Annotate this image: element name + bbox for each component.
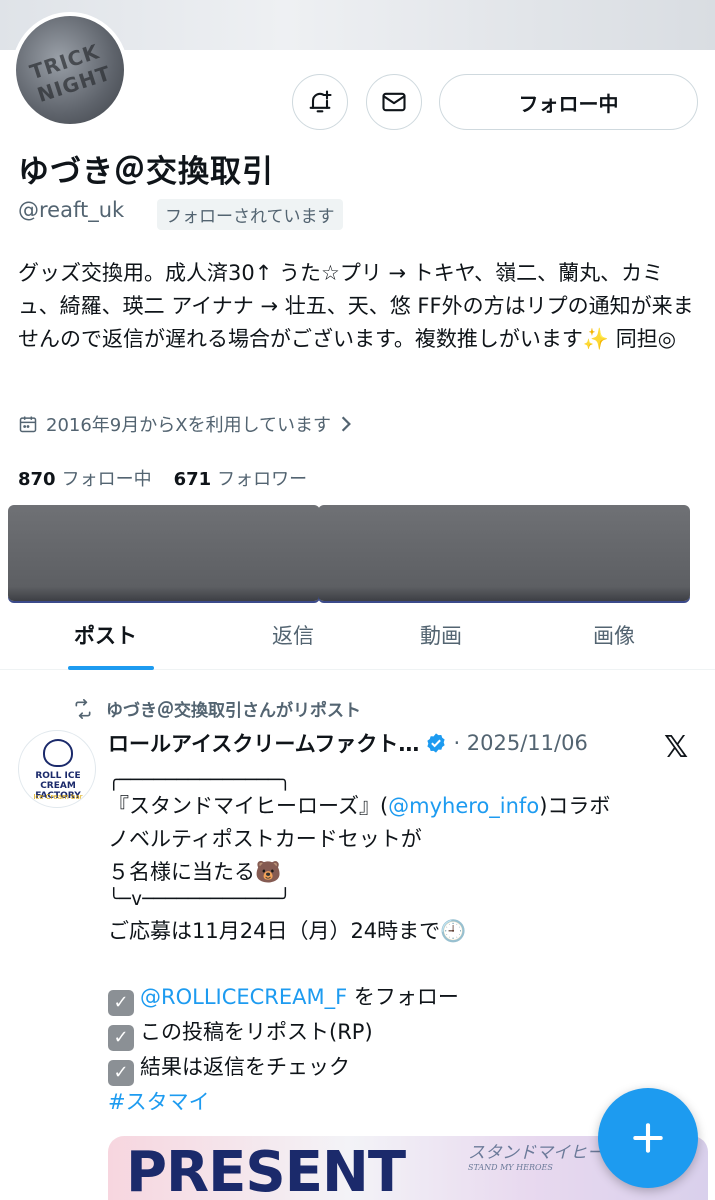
profile-avatar[interactable]: TRICK NIGHT <box>12 12 128 128</box>
mail-icon <box>382 92 406 112</box>
post-author-name[interactable]: ロールアイスクリームファクト… <box>108 728 419 758</box>
verified-icon <box>427 733 446 753</box>
profile-tabs: ポスト 返信 動画 画像 <box>0 604 715 670</box>
message-button[interactable] <box>366 74 422 130</box>
tab-posts[interactable]: ポスト <box>74 620 137 650</box>
active-tab-indicator <box>68 666 154 670</box>
mention-link[interactable]: @ROLLICECREAM_F <box>140 985 347 1009</box>
chevron-right-icon <box>341 416 352 432</box>
highlight-card[interactable] <box>318 505 690 601</box>
checkbox-icon: ✓ <box>108 1060 134 1086</box>
tab-replies[interactable]: 返信 <box>272 620 314 650</box>
following-button[interactable]: フォロー中 <box>439 74 698 130</box>
repost-indicator[interactable]: ゆづき＠交換取引さんがリポスト <box>72 696 361 721</box>
profile-bio: グッズ交換用。成人済30↑ うた☆プリ → トキヤ、嶺二、蘭丸、カミュ、綺羅、瑛… <box>18 261 694 351</box>
joined-text: 2016年9月からXを利用しています <box>46 415 332 436</box>
bear-logo-icon <box>43 739 73 767</box>
x-logo-icon: 𝕏 <box>664 730 689 765</box>
follow-stats: 870 フォロー中 671 フォロワー <box>18 465 307 491</box>
profile-handle: @reaft_uk <box>18 198 125 222</box>
compose-plus-icon <box>633 1123 663 1153</box>
tab-videos[interactable]: 動画 <box>420 620 462 650</box>
checkbox-icon: ✓ <box>108 990 134 1016</box>
repost-note: ゆづき＠交換取引さんがリポスト <box>106 701 361 721</box>
post-header: ロールアイスクリームファクト… · 2025/11/06 <box>108 728 708 758</box>
notify-button[interactable] <box>292 74 348 130</box>
compose-button[interactable] <box>598 1088 698 1188</box>
post-date[interactable]: · 2025/11/06 <box>453 731 587 755</box>
calendar-icon <box>19 416 37 433</box>
tab-media[interactable]: 画像 <box>593 620 635 650</box>
post-body: ╭──────────────╮ 『スタンドマイヒーローズ』(@myhero_i… <box>108 770 708 1119</box>
repost-icon <box>75 698 91 719</box>
checkbox-icon: ✓ <box>108 1025 134 1051</box>
profile-name: ゆづき＠交換取引 <box>18 154 274 190</box>
image-title: PRESENT <box>126 1140 406 1200</box>
follows-you-badge: フォローされています <box>157 199 343 230</box>
followers-link[interactable]: 671 フォロワー <box>174 465 308 491</box>
post-author-avatar[interactable]: ROLL ICE CREAM FACTORY Ice Cream bar <box>18 730 96 808</box>
avatar-image-text: TRICK NIGHT <box>26 39 114 108</box>
joined-date-row[interactable]: 2016年9月からXを利用しています <box>18 411 361 437</box>
highlight-card[interactable] <box>8 505 320 601</box>
notify-plus-icon <box>309 90 332 113</box>
following-link[interactable]: 870 フォロー中 <box>18 465 152 491</box>
mention-link[interactable]: @myhero_info <box>388 794 539 818</box>
